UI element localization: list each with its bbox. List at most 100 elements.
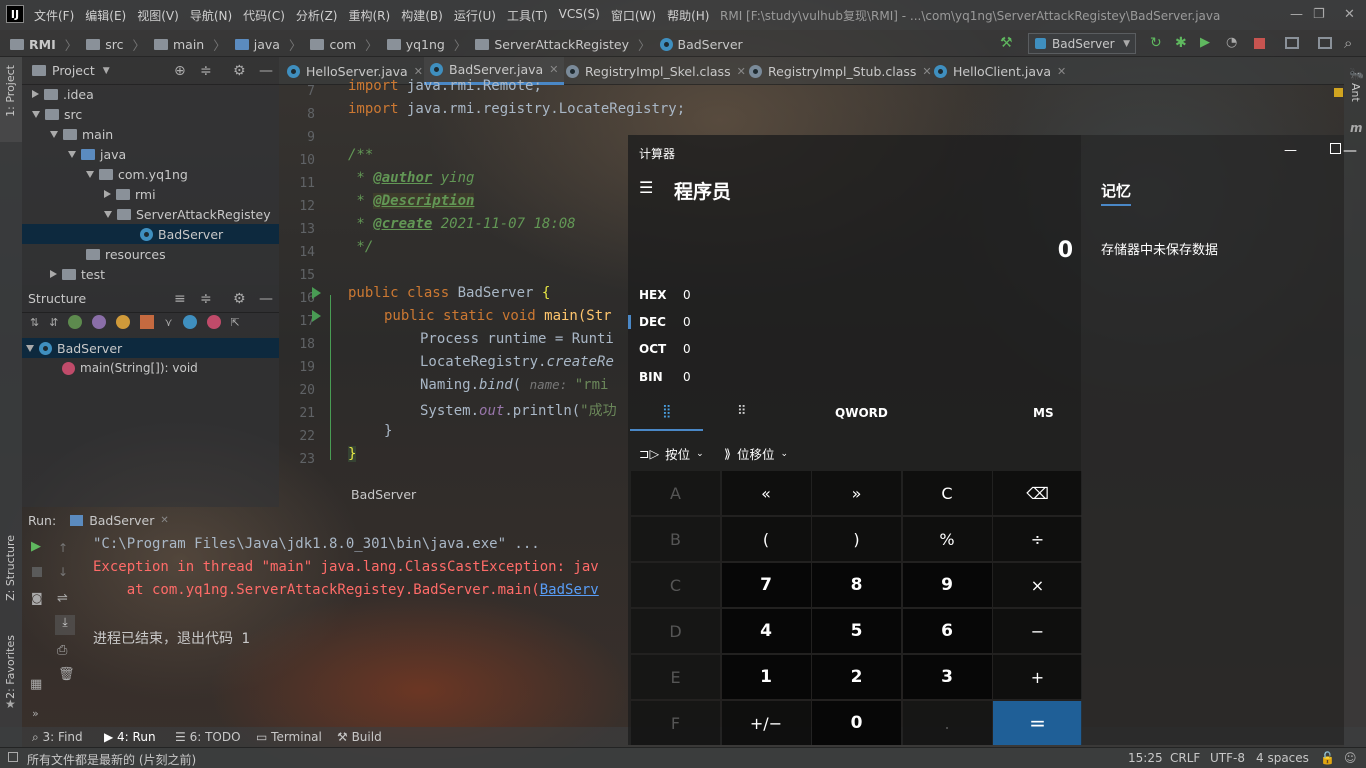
stacktrace-link[interactable]: BadServ: [540, 582, 599, 598]
calc-key[interactable]: .: [902, 701, 992, 745]
calc-key[interactable]: 5: [812, 609, 901, 653]
camera-icon[interactable]: ◙: [31, 591, 43, 605]
tree-item-main[interactable]: main: [50, 124, 113, 144]
calc-key[interactable]: +/−: [721, 701, 811, 745]
run-main-gutter-icon[interactable]: [312, 310, 321, 322]
hide-icon[interactable]: —: [259, 63, 273, 79]
indent-setting[interactable]: 4 spaces: [1256, 751, 1309, 765]
calc-key[interactable]: B: [631, 517, 720, 561]
more-icon[interactable]: »: [32, 707, 39, 720]
show-lambdas-icon[interactable]: [182, 315, 197, 329]
sort-type-icon[interactable]: ⇵: [49, 316, 58, 329]
stop-icon[interactable]: [1254, 38, 1265, 49]
coverage-icon[interactable]: ▶: [1200, 35, 1210, 50]
favorites-stripe-button[interactable]: 2: Favorites: [4, 635, 17, 699]
restore-icon[interactable]: ❐: [1313, 7, 1325, 22]
calc-key[interactable]: «: [721, 471, 811, 515]
memory-store-button[interactable]: MS: [1033, 406, 1054, 420]
bit-toggle-keypad-icon[interactable]: ⠿: [737, 404, 747, 419]
run-class-gutter-icon[interactable]: [312, 287, 321, 299]
calc-key[interactable]: %: [902, 517, 992, 561]
bitshift-dropdown[interactable]: ⟫ 位移位 ⌄: [724, 444, 788, 463]
tree-item-badserver[interactable]: BadServer: [140, 224, 223, 244]
menu-item[interactable]: 构建(B): [401, 7, 443, 24]
calc-key[interactable]: (: [721, 517, 811, 561]
word-size-button[interactable]: QWORD: [835, 406, 888, 420]
close-icon[interactable]: ✕: [922, 65, 931, 78]
calc-key[interactable]: C: [631, 563, 720, 607]
calc-key[interactable]: 4: [721, 609, 811, 653]
maven-icon[interactable]: m: [1350, 121, 1363, 135]
breadcrumb-com[interactable]: com: [329, 37, 356, 52]
menu-item[interactable]: 窗口(W): [611, 7, 656, 24]
hide-icon[interactable]: —: [259, 291, 273, 307]
debug-icon[interactable]: ✱: [1175, 35, 1187, 51]
run-tab[interactable]: ▶ 4: Run: [104, 730, 156, 744]
breadcrumb-java[interactable]: java: [254, 37, 280, 52]
lock-icon[interactable]: 🔓: [1320, 751, 1335, 765]
calc-key[interactable]: ⌫: [993, 471, 1082, 515]
project-title[interactable]: Project: [52, 63, 95, 78]
todo-tab[interactable]: ☰ 6: TODO: [175, 730, 241, 744]
trash-icon[interactable]: 🗑: [58, 667, 75, 682]
down-icon[interactable]: ↓: [58, 565, 68, 579]
terminal-tab[interactable]: ▭ Terminal: [256, 730, 322, 744]
close-icon[interactable]: ✕: [414, 65, 423, 78]
breadcrumb-file[interactable]: BadServer: [678, 37, 743, 52]
hamburger-menu-icon[interactable]: ☰: [639, 178, 653, 197]
breadcrumb-main[interactable]: main: [173, 37, 204, 52]
locate-icon[interactable]: ⊕: [174, 63, 186, 79]
tree-item-serverattack[interactable]: ServerAttackRegistey: [104, 204, 271, 224]
bitwise-dropdown[interactable]: ⊐▷ 按位 ⌄: [639, 444, 704, 463]
calc-key[interactable]: D: [631, 609, 720, 653]
show-non-public-icon[interactable]: [140, 315, 155, 329]
menu-item[interactable]: 工具(T): [507, 7, 548, 24]
tree-item-package[interactable]: com.yq1ng: [86, 164, 188, 184]
build-tab[interactable]: ⚒ Build: [337, 730, 382, 744]
structure-class-item[interactable]: BadServer: [26, 338, 122, 358]
calc-key[interactable]: 2: [812, 655, 901, 699]
menu-item[interactable]: 编辑(E): [85, 7, 126, 24]
ant-icon[interactable]: 🐜: [1349, 67, 1364, 81]
up-icon[interactable]: ↑: [58, 541, 68, 555]
structure-stripe-button[interactable]: Z: Structure: [4, 535, 17, 601]
menu-item[interactable]: 导航(N): [190, 7, 232, 24]
calc-key[interactable]: ): [812, 517, 901, 561]
calc-key[interactable]: C: [902, 471, 992, 515]
autoscroll-from-source-icon[interactable]: ⇱: [231, 316, 240, 329]
menu-item[interactable]: 运行(U): [454, 7, 496, 24]
close-icon[interactable]: ✕: [737, 65, 746, 78]
show-fields-icon[interactable]: [68, 315, 83, 329]
menu-item[interactable]: 帮助(H): [667, 7, 709, 24]
project-stripe-button[interactable]: 1: Project: [4, 65, 17, 117]
calc-key[interactable]: +: [993, 655, 1082, 699]
file-encoding[interactable]: UTF-8: [1210, 751, 1245, 765]
close-icon[interactable]: ✕: [549, 63, 558, 76]
menu-item[interactable]: VCS(S): [559, 7, 600, 24]
breadcrumb-package[interactable]: ServerAttackRegistey: [494, 37, 629, 52]
autoscroll-icon[interactable]: [206, 315, 221, 329]
menu-item[interactable]: 重构(R): [349, 7, 391, 24]
close-icon[interactable]: ✕: [1057, 65, 1066, 78]
close-icon[interactable]: ✕: [1344, 7, 1355, 22]
calc-key[interactable]: 0: [812, 701, 901, 745]
menu-item[interactable]: 分析(Z): [296, 7, 338, 24]
stop-icon[interactable]: [32, 567, 42, 577]
calc-key[interactable]: ÷: [993, 517, 1082, 561]
tab-registry-skel[interactable]: RegistryImpl_Skel.class ✕: [566, 57, 746, 85]
tool-windows-icon[interactable]: [8, 752, 18, 762]
show-properties-icon[interactable]: [92, 315, 107, 329]
calc-key[interactable]: E: [631, 655, 720, 699]
tree-item-idea[interactable]: .idea: [32, 84, 94, 104]
breadcrumb-yq1ng[interactable]: yq1ng: [406, 37, 445, 52]
memory-tab[interactable]: 记忆: [1101, 180, 1131, 201]
calc-key[interactable]: ×: [993, 563, 1082, 607]
tree-item-test[interactable]: test: [50, 264, 105, 284]
tree-item-src[interactable]: src: [32, 104, 82, 124]
breadcrumb-src[interactable]: src: [105, 37, 123, 52]
chevron-down-icon[interactable]: ▼: [103, 66, 110, 76]
calc-key[interactable]: 8: [812, 563, 901, 607]
tab-helloclient[interactable]: HelloClient.java ✕: [934, 57, 1066, 85]
calc-key[interactable]: »: [812, 471, 901, 515]
project-structure-icon[interactable]: [1285, 37, 1299, 49]
